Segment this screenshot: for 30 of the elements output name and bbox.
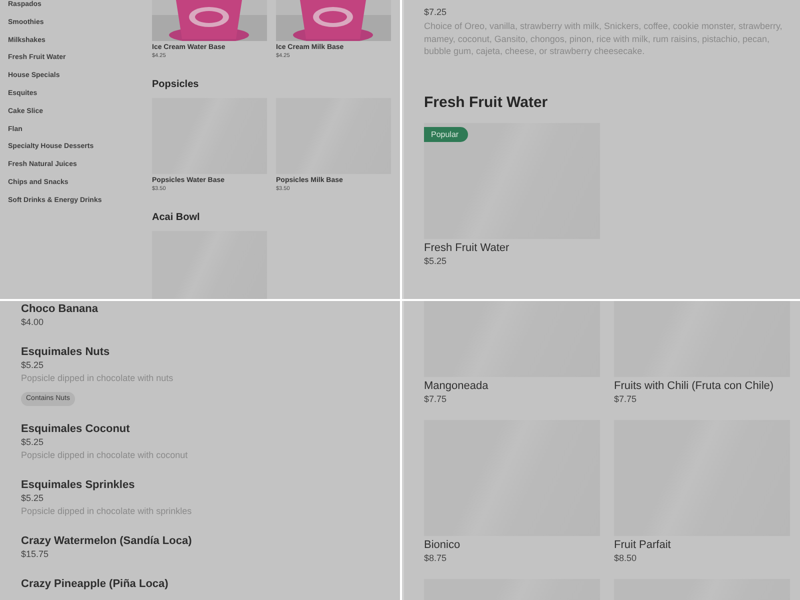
item-price: $7.75 [424,393,448,405]
section-heading: Fresh Fruit Water [424,94,549,112]
item-description: Choice of Oreo, vanilla, strawberry with milk, Snickers, coffee, cookie monster, strawberry, mamey, coconut, Gansito, chongos, pinon, rice with milk, rum raisins, pistachio, pecan, bubble gum, cajeta, cheese, or strawberry cheesecake. [424,20,784,58]
item-name: Crazy Pineapple (Piña Loca) [21,577,170,591]
item-price: $7.25 [424,6,448,18]
item-name: Crazy Watermelon (Sandía Loca) [21,534,193,548]
item-price: $4.00 [21,316,45,329]
item-description: Popsicle dipped in chocolate with coconut [21,449,189,462]
item-name: Esquimales Sprinkles [21,478,136,492]
item-description: Popsicle dipped in chocolate with sprinkles [21,505,193,518]
item-price: $15.75 [21,548,50,561]
item-price: $5.25 [21,492,45,505]
item-name: Esquimales Coconut [21,422,131,436]
item-name: Mangoneada [424,379,490,393]
popular-badge: Popular [424,126,468,142]
item-name: Fruits with Chili (Fruta con Chile) [614,379,775,393]
item-price: $5.25 [424,254,448,266]
item-price: $5.25 [21,436,45,449]
item-name: Bionico [424,538,462,552]
item-name: Esquimales Nuts [21,345,111,359]
item-name: Fruit Parfait [614,538,672,552]
item-name: Choco Banana [21,302,100,316]
item-price: $8.50 [614,552,638,564]
item-name: Fresh Fruit Water [424,240,510,254]
item-price: $5.25 [21,359,45,372]
item-price: $7.75 [614,393,638,405]
section-heading: Popsicles [152,79,200,91]
section-heading: Acai Bowl [152,212,201,224]
item-description: Popsicle dipped in chocolate with nuts [21,372,174,385]
item-price: $8.75 [424,552,448,564]
